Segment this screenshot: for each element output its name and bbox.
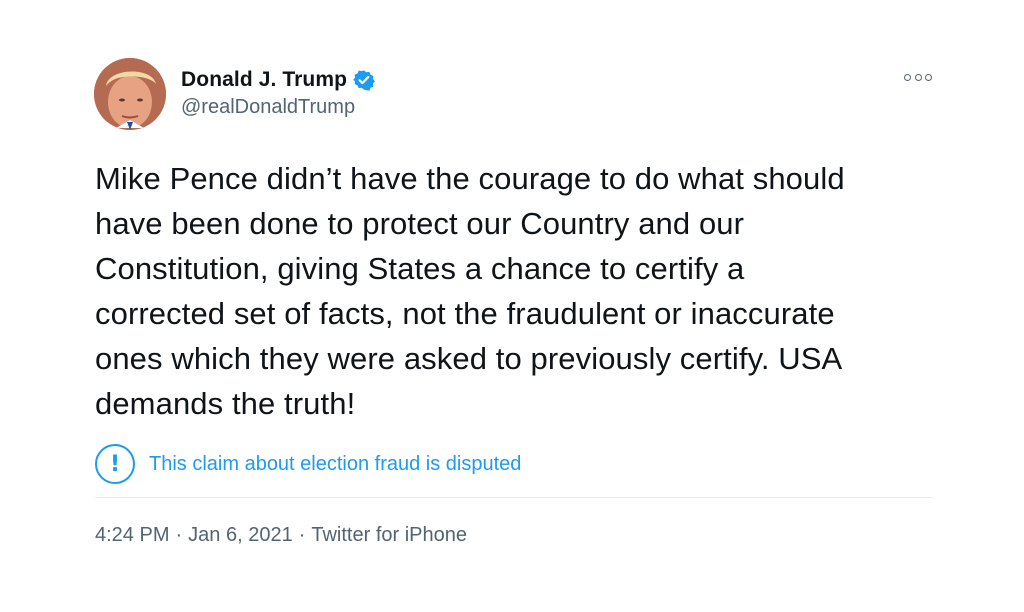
tweet-line: have been done to protect our Country an… — [95, 206, 745, 241]
exclamation-icon: ! — [95, 444, 135, 484]
more-options-icon[interactable] — [904, 68, 932, 86]
dot — [904, 73, 911, 81]
tweet-line: corrected set of facts, not the fraudule… — [95, 296, 835, 331]
dot — [914, 73, 922, 81]
display-name[interactable]: Donald J. Trump — [181, 68, 347, 92]
tweet-meta: 4:24 PM · Jan 6, 2021 · Twitter for iPho… — [95, 524, 467, 547]
tweet-line: Mike Pence didn’t have the courage to do… — [95, 161, 845, 196]
tweet-line: Constitution, giving States a chance to … — [95, 251, 745, 286]
separator: · — [298, 524, 306, 546]
tweet-source[interactable]: Twitter for iPhone — [311, 524, 467, 547]
verified-badge-icon — [353, 70, 375, 91]
avatar-image — [94, 58, 166, 130]
dot — [925, 73, 932, 81]
author-handle[interactable]: @realDonaldTrump — [181, 96, 355, 119]
divider — [95, 497, 933, 498]
tweet-card: Donald J. Trump @realDonaldTrump Mike Pe… — [0, 0, 1024, 612]
tweet-line: demands the truth! — [95, 386, 356, 421]
disputed-claim-notice[interactable]: ! This claim about election fraud is dis… — [95, 444, 521, 484]
avatar[interactable] — [94, 58, 166, 130]
tweet-time[interactable]: 4:24 PM — [95, 524, 169, 547]
tweet-date[interactable]: Jan 6, 2021 — [188, 524, 293, 547]
tweet-line: ones which they were asked to previously… — [95, 341, 843, 376]
separator: · — [175, 524, 183, 546]
tweet-text: Mike Pence didn’t have the courage to do… — [95, 156, 935, 426]
notice-text[interactable]: This claim about election fraud is dispu… — [149, 453, 521, 476]
author-row: Donald J. Trump — [181, 68, 375, 92]
